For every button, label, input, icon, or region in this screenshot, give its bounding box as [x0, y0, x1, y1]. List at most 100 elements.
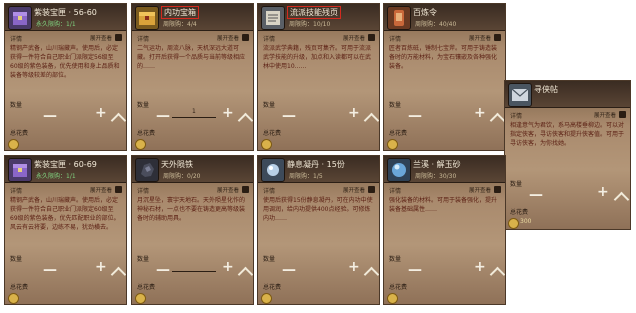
- quantity-slider[interactable]: [172, 271, 216, 272]
- decrease-button[interactable]: —: [408, 108, 422, 124]
- jade-orb-icon: [387, 158, 411, 182]
- coin-icon: [387, 139, 398, 150]
- increase-button[interactable]: +: [474, 259, 486, 275]
- increase-button[interactable]: +: [95, 105, 107, 121]
- expand-icon[interactable]: [368, 186, 375, 193]
- increase-button[interactable]: +: [348, 259, 360, 275]
- pill-icon: [261, 158, 285, 182]
- shop-card-meteorite-iron[interactable]: 天外陨铁 周限购：0/20 详情 展开查看 月沉星坠，寰宇天地石。天外陨星化作的…: [131, 155, 254, 305]
- chest-icon: [8, 6, 32, 30]
- expand-icon[interactable]: [494, 186, 501, 193]
- purchase-limit: 永久限购：1/1: [36, 21, 76, 28]
- card-header: 内功宝箱 周限购：4/4: [132, 4, 253, 31]
- expand-icon[interactable]: [619, 111, 626, 118]
- expand-link[interactable]: 展开查看: [469, 186, 491, 194]
- decrease-button[interactable]: —: [156, 108, 170, 124]
- purchase-limit: 周限购：0/20: [163, 173, 201, 180]
- detail-label: 详情: [263, 188, 276, 195]
- quantity-label: 数量: [137, 102, 150, 109]
- shop-card-neigong-chest[interactable]: 内功宝箱 周限购：4/4 详情 展开查看 二气运功，周流八脉，天机深远大道可藏。…: [131, 3, 254, 151]
- expand-icon[interactable]: [115, 186, 122, 193]
- expand-link[interactable]: 展开查看: [343, 186, 365, 194]
- quantity-slider[interactable]: [172, 117, 216, 118]
- decrease-button[interactable]: —: [408, 262, 422, 278]
- decrease-button[interactable]: —: [282, 262, 296, 278]
- purchase-limit: 周限购：10/10: [289, 21, 331, 28]
- item-description: 流派武学典籍，残页可集齐。可用于流派武学技能的升级，加点和入读都可以在武林中使用…: [263, 45, 372, 70]
- item-description: 月沉星坠，寰宇天地石。天外陨星化作的神秘石材，一点也不要在铸造更高等级装备时的辅…: [137, 197, 246, 222]
- total-cost-label: 总花费: [263, 284, 282, 291]
- expand-icon[interactable]: [115, 34, 122, 41]
- shop-card-xunxia-invite[interactable]: 寻侠帖 详情 展开查看 相逢意气为君饮，系马高楼垂柳边。可以对指定侠客，寻访侠客…: [504, 80, 631, 230]
- shop-card-calm-pill[interactable]: 静息凝丹 · 15份 周限购：1/5 详情 展开查看 使用后获得15份静息凝丹，…: [257, 155, 380, 305]
- expand-link[interactable]: 展开查看: [217, 34, 239, 42]
- item-description: 精钢产武备，山川瑞藏声。使用后，必定获得一件符合自己职业门派限定56级至60级的…: [10, 45, 120, 79]
- expand-link[interactable]: 展开查看: [90, 186, 112, 194]
- total-cost-label: 总花费: [137, 284, 156, 291]
- expand-link[interactable]: 展开查看: [343, 34, 365, 42]
- expand-icon[interactable]: [368, 34, 375, 41]
- detail-label: 详情: [389, 36, 402, 43]
- item-name: 兰溪 · 解玉砂: [413, 160, 461, 169]
- max-chevron-icon[interactable]: [363, 112, 379, 129]
- shop-card-skill-pages[interactable]: 流派技能残页 周限购：10/10 详情 展开查看 流派武学典籍，残页可集齐。可用…: [257, 3, 380, 151]
- item-name: 流派技能残页: [287, 6, 341, 19]
- detail-label: 详情: [137, 188, 150, 195]
- coin-icon: [261, 293, 272, 304]
- max-chevron-icon[interactable]: [489, 266, 505, 283]
- max-chevron-icon[interactable]: [237, 266, 253, 283]
- item-description: 二气运功，周流八脉，天机深远大道可藏。打开后获得一个品质与当前等级相应的……: [137, 45, 246, 70]
- max-chevron-icon[interactable]: [613, 191, 630, 208]
- shop-card-bailian-token[interactable]: 百炼令 周限购：40/40 详情 展开查看 匠者百炼砥，锤制七宝斧。可用于铸造装…: [383, 3, 506, 151]
- max-chevron-icon[interactable]: [489, 112, 505, 129]
- increase-button[interactable]: +: [222, 259, 234, 275]
- increase-button[interactable]: +: [597, 184, 609, 200]
- expand-link[interactable]: 展开查看: [594, 111, 616, 119]
- increase-button[interactable]: +: [348, 105, 360, 121]
- detail-label: 详情: [389, 188, 402, 195]
- decrease-button[interactable]: —: [282, 108, 296, 124]
- expand-link[interactable]: 展开查看: [469, 34, 491, 42]
- coin-icon: [261, 139, 272, 150]
- max-chevron-icon[interactable]: [237, 112, 253, 129]
- expand-link[interactable]: 展开查看: [217, 186, 239, 194]
- shop-card-lanxi-jade-sand[interactable]: 兰溪 · 解玉砂 周限购：30/30 详情 展开查看 强化装备的材料。可用于装备…: [383, 155, 506, 305]
- coin-icon: [508, 218, 519, 229]
- item-description: 匠者百炼砥，锤制七宝斧。可用于铸造装备时的万能材料，为宝石镶嵌及各种强化装备。: [389, 45, 498, 70]
- expand-icon[interactable]: [494, 34, 501, 41]
- detail-label: 详情: [10, 36, 23, 43]
- purchase-limit: 周限购：30/30: [415, 173, 457, 180]
- quantity-label: 数量: [263, 102, 276, 109]
- increase-button[interactable]: +: [222, 105, 234, 121]
- expand-link[interactable]: 展开查看: [90, 34, 112, 42]
- decrease-button[interactable]: —: [529, 187, 543, 203]
- price-row: [135, 137, 250, 150]
- max-chevron-icon[interactable]: [110, 112, 126, 129]
- expand-icon[interactable]: [242, 34, 249, 41]
- item-description: 强化装备的材料。可用于装备强化，提升装备基础属性……: [389, 197, 498, 213]
- shop-card-purple-chest-56-60[interactable]: 紫装宝匣 · 56-60 永久限购：1/1 详情 展开查看 精钢产武备，山川瑞藏…: [4, 3, 127, 151]
- scroll-icon: [261, 6, 285, 30]
- item-description: 相逢意气为君饮，系马高楼垂柳边。可以对指定侠客，寻访侠客和提升侠客值。可用于寻访…: [510, 122, 625, 147]
- detail-label: 详情: [137, 36, 150, 43]
- item-name: 静息凝丹 · 15份: [287, 160, 345, 169]
- token-icon: [387, 6, 411, 30]
- coin-icon: [135, 293, 146, 304]
- decrease-button[interactable]: —: [43, 262, 57, 278]
- item-name: 紫装宝匣 · 60-69: [34, 160, 97, 169]
- quantity-label: 数量: [263, 256, 276, 263]
- decrease-button[interactable]: —: [43, 108, 57, 124]
- total-cost-label: 总花费: [263, 130, 282, 137]
- purchase-limit: 周限购：1/5: [289, 173, 323, 180]
- increase-button[interactable]: +: [474, 105, 486, 121]
- shop-card-purple-chest-60-69[interactable]: 紫装宝匣 · 60-69 永久限购：1/1 详情 展开查看 精钢产武备，山川瑞藏…: [4, 155, 127, 305]
- decrease-button[interactable]: —: [156, 262, 170, 278]
- price-row: [387, 291, 502, 304]
- purchase-limit: 周限购：40/40: [415, 21, 457, 28]
- expand-icon[interactable]: [242, 186, 249, 193]
- price: 300: [520, 218, 532, 225]
- max-chevron-icon[interactable]: [363, 266, 379, 283]
- max-chevron-icon[interactable]: [110, 266, 126, 283]
- increase-button[interactable]: +: [95, 259, 107, 275]
- item-name: 寻侠帖: [534, 85, 558, 94]
